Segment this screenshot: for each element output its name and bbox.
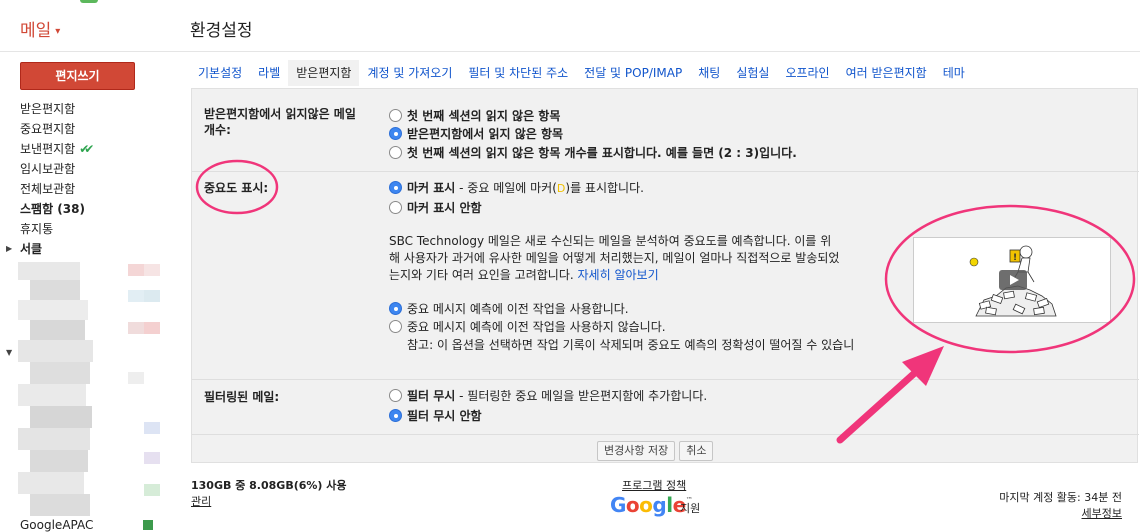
sidebar-item-spam[interactable]: 스팸함 (38) <box>0 199 180 219</box>
ignore-filters-title: 필터 무시 <box>407 389 456 403</box>
tab-offline[interactable]: 오프라인 <box>777 60 837 86</box>
status-dot <box>143 520 153 530</box>
description-line: SBC Technology 메일은 새로 수신되는 메일을 분석하여 중요도를… <box>389 234 832 248</box>
option-label: 첫 번째 섹션의 읽지 않은 항목 개수를 표시합니다. 예를 들면 (2 : … <box>407 146 797 160</box>
option-label: 중요 메시지 예측에 이전 작업을 사용하지 않습니다. <box>407 320 666 334</box>
radio-button[interactable] <box>389 146 402 159</box>
tab-forwarding-pop-imap[interactable]: 전달 및 POP/IMAP <box>576 60 690 86</box>
option-label: 받은편지함에서 읽지 않은 항목 <box>407 127 564 141</box>
activity-details-link[interactable]: 세부정보 <box>1082 505 1122 521</box>
sidebar-item-label: 받은편지함 <box>20 102 76 116</box>
marker-on-desc-before: - 중요 메일에 마커( <box>455 181 557 195</box>
svg-text:!: ! <box>1013 253 1017 263</box>
option-label: 필터 무시 안함 <box>407 409 482 423</box>
mail-pile-illustration: ! <box>969 245 1057 317</box>
sidebar-item-important[interactable]: 중요편지함 <box>0 119 180 139</box>
radio-button[interactable] <box>389 320 402 333</box>
tab-themes[interactable]: 테마 <box>935 60 973 86</box>
sidebar-item-circles[interactable]: ▶ 서클 <box>0 239 180 259</box>
unread-count-label-line2: 개수: <box>204 123 231 137</box>
sidebar-item-label: 중요편지함 <box>20 122 76 136</box>
form-buttons: 변경사항 저장 취소 <box>597 441 717 461</box>
sidebar-item-all-mail[interactable]: 전체보관함 <box>0 179 180 199</box>
header-accent <box>80 0 98 3</box>
compose-button[interactable]: 편지쓰기 <box>20 62 135 90</box>
sidebar-item-label: 서클 <box>20 242 43 256</box>
tab-inbox[interactable]: 받은편지함 <box>288 60 360 86</box>
sidebar-item-drafts[interactable]: 임시보관함 <box>0 159 180 179</box>
description-line: 해 사용자가 과거에 유사한 메일을 어떻게 처리했는지, 메일이 얼마나 직접… <box>389 251 840 265</box>
option-label: 중요 메시지 예측에 이전 작업을 사용합니다. <box>407 302 629 316</box>
priority-inbox-video-thumbnail[interactable]: ! <box>913 237 1111 323</box>
sidebar-item-inbox[interactable]: 받은편지함 <box>0 99 180 119</box>
collapse-caret-icon[interactable]: ▼ <box>6 348 12 357</box>
section-divider <box>192 171 1139 172</box>
past-actions-off-option[interactable]: 중요 메시지 예측에 이전 작업을 사용하지 않습니다. <box>389 318 666 336</box>
sidebar-item-label: 보낸편지함 <box>20 142 76 156</box>
page-title: 환경설정 <box>190 21 253 41</box>
radio-button-checked[interactable] <box>389 302 402 315</box>
top-header: 메일 ▾ 환경설정 <box>0 0 1140 52</box>
unread-option-inbox[interactable]: 받은편지함에서 읽지 않은 항목 <box>389 125 563 143</box>
tab-general[interactable]: 기본설정 <box>190 60 250 86</box>
chevron-down-icon: ▾ <box>55 26 61 37</box>
radio-button-checked[interactable] <box>389 409 402 422</box>
radio-button[interactable] <box>389 109 402 122</box>
storage-usage: 130GB 중 8.08GB(6%) 사용 <box>191 479 347 492</box>
expand-arrow-icon[interactable]: ▶ <box>6 239 12 259</box>
marker-on-desc-after: )를 표시합니다. <box>565 181 644 195</box>
radio-button-checked[interactable] <box>389 127 402 140</box>
tab-labs[interactable]: 실험실 <box>728 60 777 86</box>
section-divider <box>192 379 1139 380</box>
sidebar-list: 받은편지함 중요편지함 보낸편지함 ✔✔ 임시보관함 전체보관함 스팸함 (38)… <box>0 99 180 259</box>
manage-storage-link[interactable]: 관리 <box>191 493 211 509</box>
tab-multiple-inboxes[interactable]: 여러 받은편지함 <box>838 60 935 86</box>
option-label: 마커 표시 안함 <box>407 201 482 215</box>
marker-on-title: 마커 표시 <box>407 181 456 195</box>
ignore-filters-desc: - 필터링한 중요 메일을 받은편지함에 추가합니다. <box>455 389 708 403</box>
app-title-label: 메일 <box>20 21 52 41</box>
radio-button[interactable] <box>389 389 402 402</box>
learn-more-link[interactable]: 자세히 알아보기 <box>578 268 659 282</box>
filtered-mail-label: 필터링된 메일: <box>204 390 280 404</box>
cancel-button[interactable]: 취소 <box>679 441 714 461</box>
ignore-filters-option[interactable]: 필터 무시 - 필터링한 중요 메일을 받은편지함에 추가합니다. <box>389 387 707 405</box>
unread-count-label: 받은편지함에서 읽지않은 메일 개수: <box>204 106 356 138</box>
section-divider <box>192 434 1139 435</box>
save-changes-button[interactable]: 변경사항 저장 <box>597 441 676 461</box>
settings-tabs: 기본설정 라벨 받은편지함 계정 및 가져오기 필터 및 차단된 주소 전달 및 POP/… <box>190 60 973 86</box>
tab-labels[interactable]: 라벨 <box>250 60 288 86</box>
description-line-last: 는지와 기타 여러 요인을 고려합니다. 자세히 알아보기 <box>389 267 889 284</box>
double-check-icon: ✔✔ <box>79 142 94 156</box>
description-text: 는지와 기타 여러 요인을 고려합니다. <box>389 268 574 282</box>
radio-button-checked[interactable] <box>389 181 402 194</box>
support-link[interactable]: 지원 <box>680 500 700 516</box>
marker-off-option[interactable]: 마커 표시 안함 <box>389 199 482 217</box>
app-switcher[interactable]: 메일 ▾ <box>20 16 60 41</box>
past-actions-on-option[interactable]: 중요 메시지 예측에 이전 작업을 사용합니다. <box>389 300 629 318</box>
sidebar-item-label: 임시보관함 <box>20 162 76 176</box>
tab-accounts-import[interactable]: 계정 및 가져오기 <box>359 60 460 86</box>
unread-option-first-section[interactable]: 첫 번째 섹션의 읽지 않은 항목 <box>389 107 560 125</box>
marker-on-option[interactable]: 마커 표시 - 중요 메일에 마커(D)를 표시합니다. <box>389 179 644 197</box>
importance-description: SBC Technology 메일은 새로 수신되는 메일을 분석하여 중요도를… <box>389 233 889 284</box>
unread-option-count[interactable]: 첫 번째 섹션의 읽지 않은 항목 개수를 표시합니다. 예를 들면 (2 : … <box>389 144 797 162</box>
radio-button[interactable] <box>389 201 402 214</box>
program-policies-link[interactable]: 프로그램 정책 <box>622 477 686 493</box>
settings-panel: 받은편지함에서 읽지않은 메일 개수: 첫 번째 섹션의 읽지 않은 항목 받은… <box>191 88 1139 463</box>
last-account-activity: 마지막 계정 활동: 34분 전 <box>999 491 1122 504</box>
pixelated-label-list <box>0 262 165 520</box>
tab-filters-blocked[interactable]: 필터 및 차단된 주소 <box>460 60 576 86</box>
sidebar-item-trash[interactable]: 휴지통 <box>0 219 180 239</box>
past-actions-note: 참고: 이 옵션을 선택하면 작업 기록이 삭제되며 중요도 예측의 정확성이 … <box>407 338 855 352</box>
importance-label: 중요도 표시: <box>204 181 269 195</box>
sidebar-item-label: 휴지통 <box>20 222 54 236</box>
sidebar-item-label: 전체보관함 <box>20 182 76 196</box>
sidebar-item-sent[interactable]: 보낸편지함 ✔✔ <box>0 139 180 159</box>
unread-count-label-line1: 받은편지함에서 읽지않은 메일 <box>204 107 356 121</box>
sidebar-item-label: 스팸함 (38) <box>20 202 85 216</box>
option-label: 첫 번째 섹션의 읽지 않은 항목 <box>407 109 561 123</box>
dont-ignore-filters-option[interactable]: 필터 무시 안함 <box>389 407 482 425</box>
tab-chat[interactable]: 채팅 <box>690 60 728 86</box>
